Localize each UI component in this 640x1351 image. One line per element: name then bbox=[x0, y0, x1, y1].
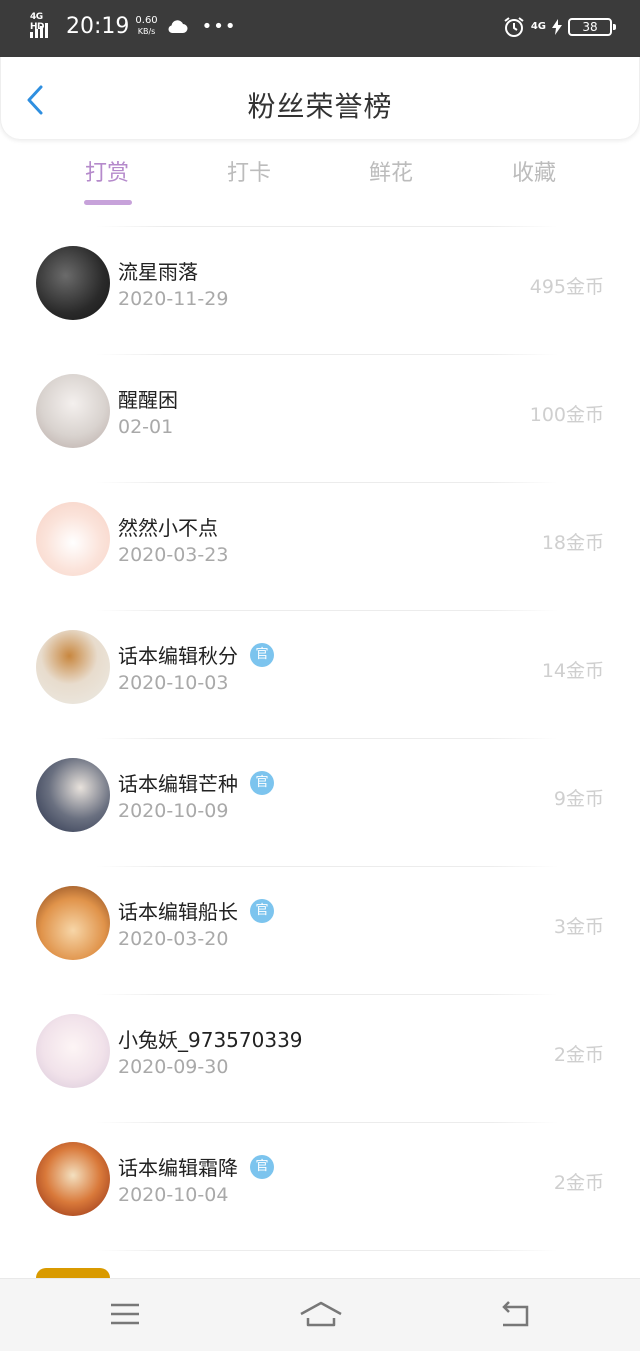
tab-checkin[interactable]: 打卡 bbox=[199, 155, 299, 205]
official-badge-icon: 官 bbox=[250, 1154, 274, 1179]
username: 话本编辑霜降 官 bbox=[118, 1152, 274, 1181]
tab-label: 打卡 bbox=[226, 161, 271, 186]
avatar[interactable] bbox=[36, 1268, 110, 1278]
avatar[interactable] bbox=[36, 246, 110, 320]
list-item[interactable]: 话本编辑霜降 官 2020-10-04 2金币 bbox=[0, 1122, 640, 1250]
status-right: 4G 38 bbox=[503, 16, 616, 38]
list-item[interactable]: 醒醒困 02-01 100金币 bbox=[0, 354, 640, 482]
speed-value: 0.60 bbox=[135, 15, 158, 26]
speed-unit: KB/s bbox=[137, 27, 156, 36]
username: 醒醒困 bbox=[118, 388, 178, 412]
reward-date: 2020-10-03 bbox=[118, 672, 229, 694]
username: 流星雨落 bbox=[118, 260, 198, 284]
divider bbox=[96, 226, 558, 227]
list-item[interactable]: 流星雨落 2020-11-29 495金币 bbox=[0, 226, 640, 354]
fan-ranking-list: 流星雨落 2020-11-29 495金币 醒醒困 02-01 100金币 然然… bbox=[0, 226, 640, 1270]
tab-bar: 打赏 打卡 鲜花 收藏 bbox=[0, 155, 640, 205]
page-title: 粉丝荣誉榜 bbox=[247, 90, 393, 123]
divider bbox=[96, 1122, 558, 1123]
cloud-icon bbox=[168, 20, 188, 33]
reward-date: 2020-03-23 bbox=[118, 544, 229, 566]
mobile-data-indicator: 4G bbox=[530, 21, 546, 32]
avatar[interactable] bbox=[36, 1014, 110, 1088]
reward-date: 2020-09-30 bbox=[118, 1056, 229, 1078]
list-item[interactable]: 然然小不点 2020-03-23 18金币 bbox=[0, 482, 640, 610]
divider bbox=[96, 610, 558, 611]
reward-amount: 3金币 bbox=[553, 916, 604, 938]
username: 然然小不点 bbox=[118, 516, 218, 540]
list-item bbox=[0, 1250, 640, 1270]
reward-amount: 14金币 bbox=[541, 660, 604, 682]
reward-date: 02-01 bbox=[118, 416, 174, 438]
signal-icon: 4G HD bbox=[30, 12, 56, 40]
battery-level: 38 bbox=[582, 20, 598, 34]
reward-amount: 2金币 bbox=[553, 1044, 604, 1066]
reward-date: 2020-10-04 bbox=[118, 1184, 229, 1206]
tab-label: 收藏 bbox=[511, 161, 556, 186]
system-navigation-bar bbox=[0, 1278, 640, 1351]
reward-amount: 18金币 bbox=[541, 532, 604, 554]
list-item[interactable]: 话本编辑秋分 官 2020-10-03 14金币 bbox=[0, 610, 640, 738]
list-item[interactable]: 小兔妖_973570339 2020-09-30 2金币 bbox=[0, 994, 640, 1122]
reward-amount: 100金币 bbox=[529, 404, 604, 426]
reward-date: 2020-11-29 bbox=[118, 288, 229, 310]
reward-date: 2020-03-20 bbox=[118, 928, 229, 950]
official-badge-icon: 官 bbox=[250, 898, 274, 923]
official-badge-icon: 官 bbox=[250, 642, 274, 667]
reward-amount: 9金币 bbox=[553, 788, 604, 810]
divider bbox=[96, 1250, 558, 1251]
charging-icon bbox=[552, 19, 562, 35]
username: 小兔妖_973570339 bbox=[118, 1028, 303, 1052]
tab-favorites[interactable]: 收藏 bbox=[484, 155, 584, 205]
official-badge-icon: 官 bbox=[250, 770, 274, 795]
network-speed: 0.60 KB/s bbox=[135, 15, 157, 37]
username: 话本编辑船长 官 bbox=[118, 896, 274, 925]
divider bbox=[96, 994, 558, 995]
reward-amount: 2金币 bbox=[553, 1172, 604, 1194]
more-notifications-icon: ••• bbox=[201, 15, 237, 37]
list-item[interactable]: 话本编辑船长 官 2020-03-20 3金币 bbox=[0, 866, 640, 994]
tab-flowers[interactable]: 鲜花 bbox=[341, 155, 441, 205]
status-bar: 4G HD 20:19 0.60 KB/s ••• 4G 38 bbox=[0, 0, 640, 57]
status-time: 20:19 bbox=[66, 13, 130, 39]
avatar[interactable] bbox=[36, 374, 110, 448]
battery-icon: 38 bbox=[568, 18, 616, 36]
status-left: 4G HD 20:19 0.60 KB/s ••• bbox=[30, 12, 237, 40]
back-nav-icon[interactable] bbox=[495, 1299, 535, 1329]
alarm-icon bbox=[504, 17, 524, 37]
divider bbox=[96, 482, 558, 483]
tab-reward[interactable]: 打赏 bbox=[57, 155, 157, 205]
avatar[interactable] bbox=[36, 886, 110, 960]
divider bbox=[96, 866, 558, 867]
reward-date: 2020-10-09 bbox=[118, 800, 229, 822]
avatar[interactable] bbox=[36, 758, 110, 832]
list-item[interactable]: 话本编辑芒种 官 2020-10-09 9金币 bbox=[0, 738, 640, 866]
divider bbox=[96, 738, 558, 739]
username: 话本编辑秋分 官 bbox=[118, 640, 274, 669]
reward-amount: 495金币 bbox=[529, 276, 604, 298]
active-tab-indicator bbox=[84, 200, 132, 205]
home-icon[interactable] bbox=[298, 1299, 344, 1329]
avatar[interactable] bbox=[36, 630, 110, 704]
tab-label: 打赏 bbox=[84, 161, 129, 186]
app-header: 粉丝荣誉榜 bbox=[0, 57, 640, 139]
avatar[interactable] bbox=[36, 502, 110, 576]
divider bbox=[96, 354, 558, 355]
username: 话本编辑芒种 官 bbox=[118, 768, 274, 797]
avatar[interactable] bbox=[36, 1142, 110, 1216]
menu-icon[interactable] bbox=[105, 1299, 145, 1329]
tab-label: 鲜花 bbox=[368, 161, 413, 186]
